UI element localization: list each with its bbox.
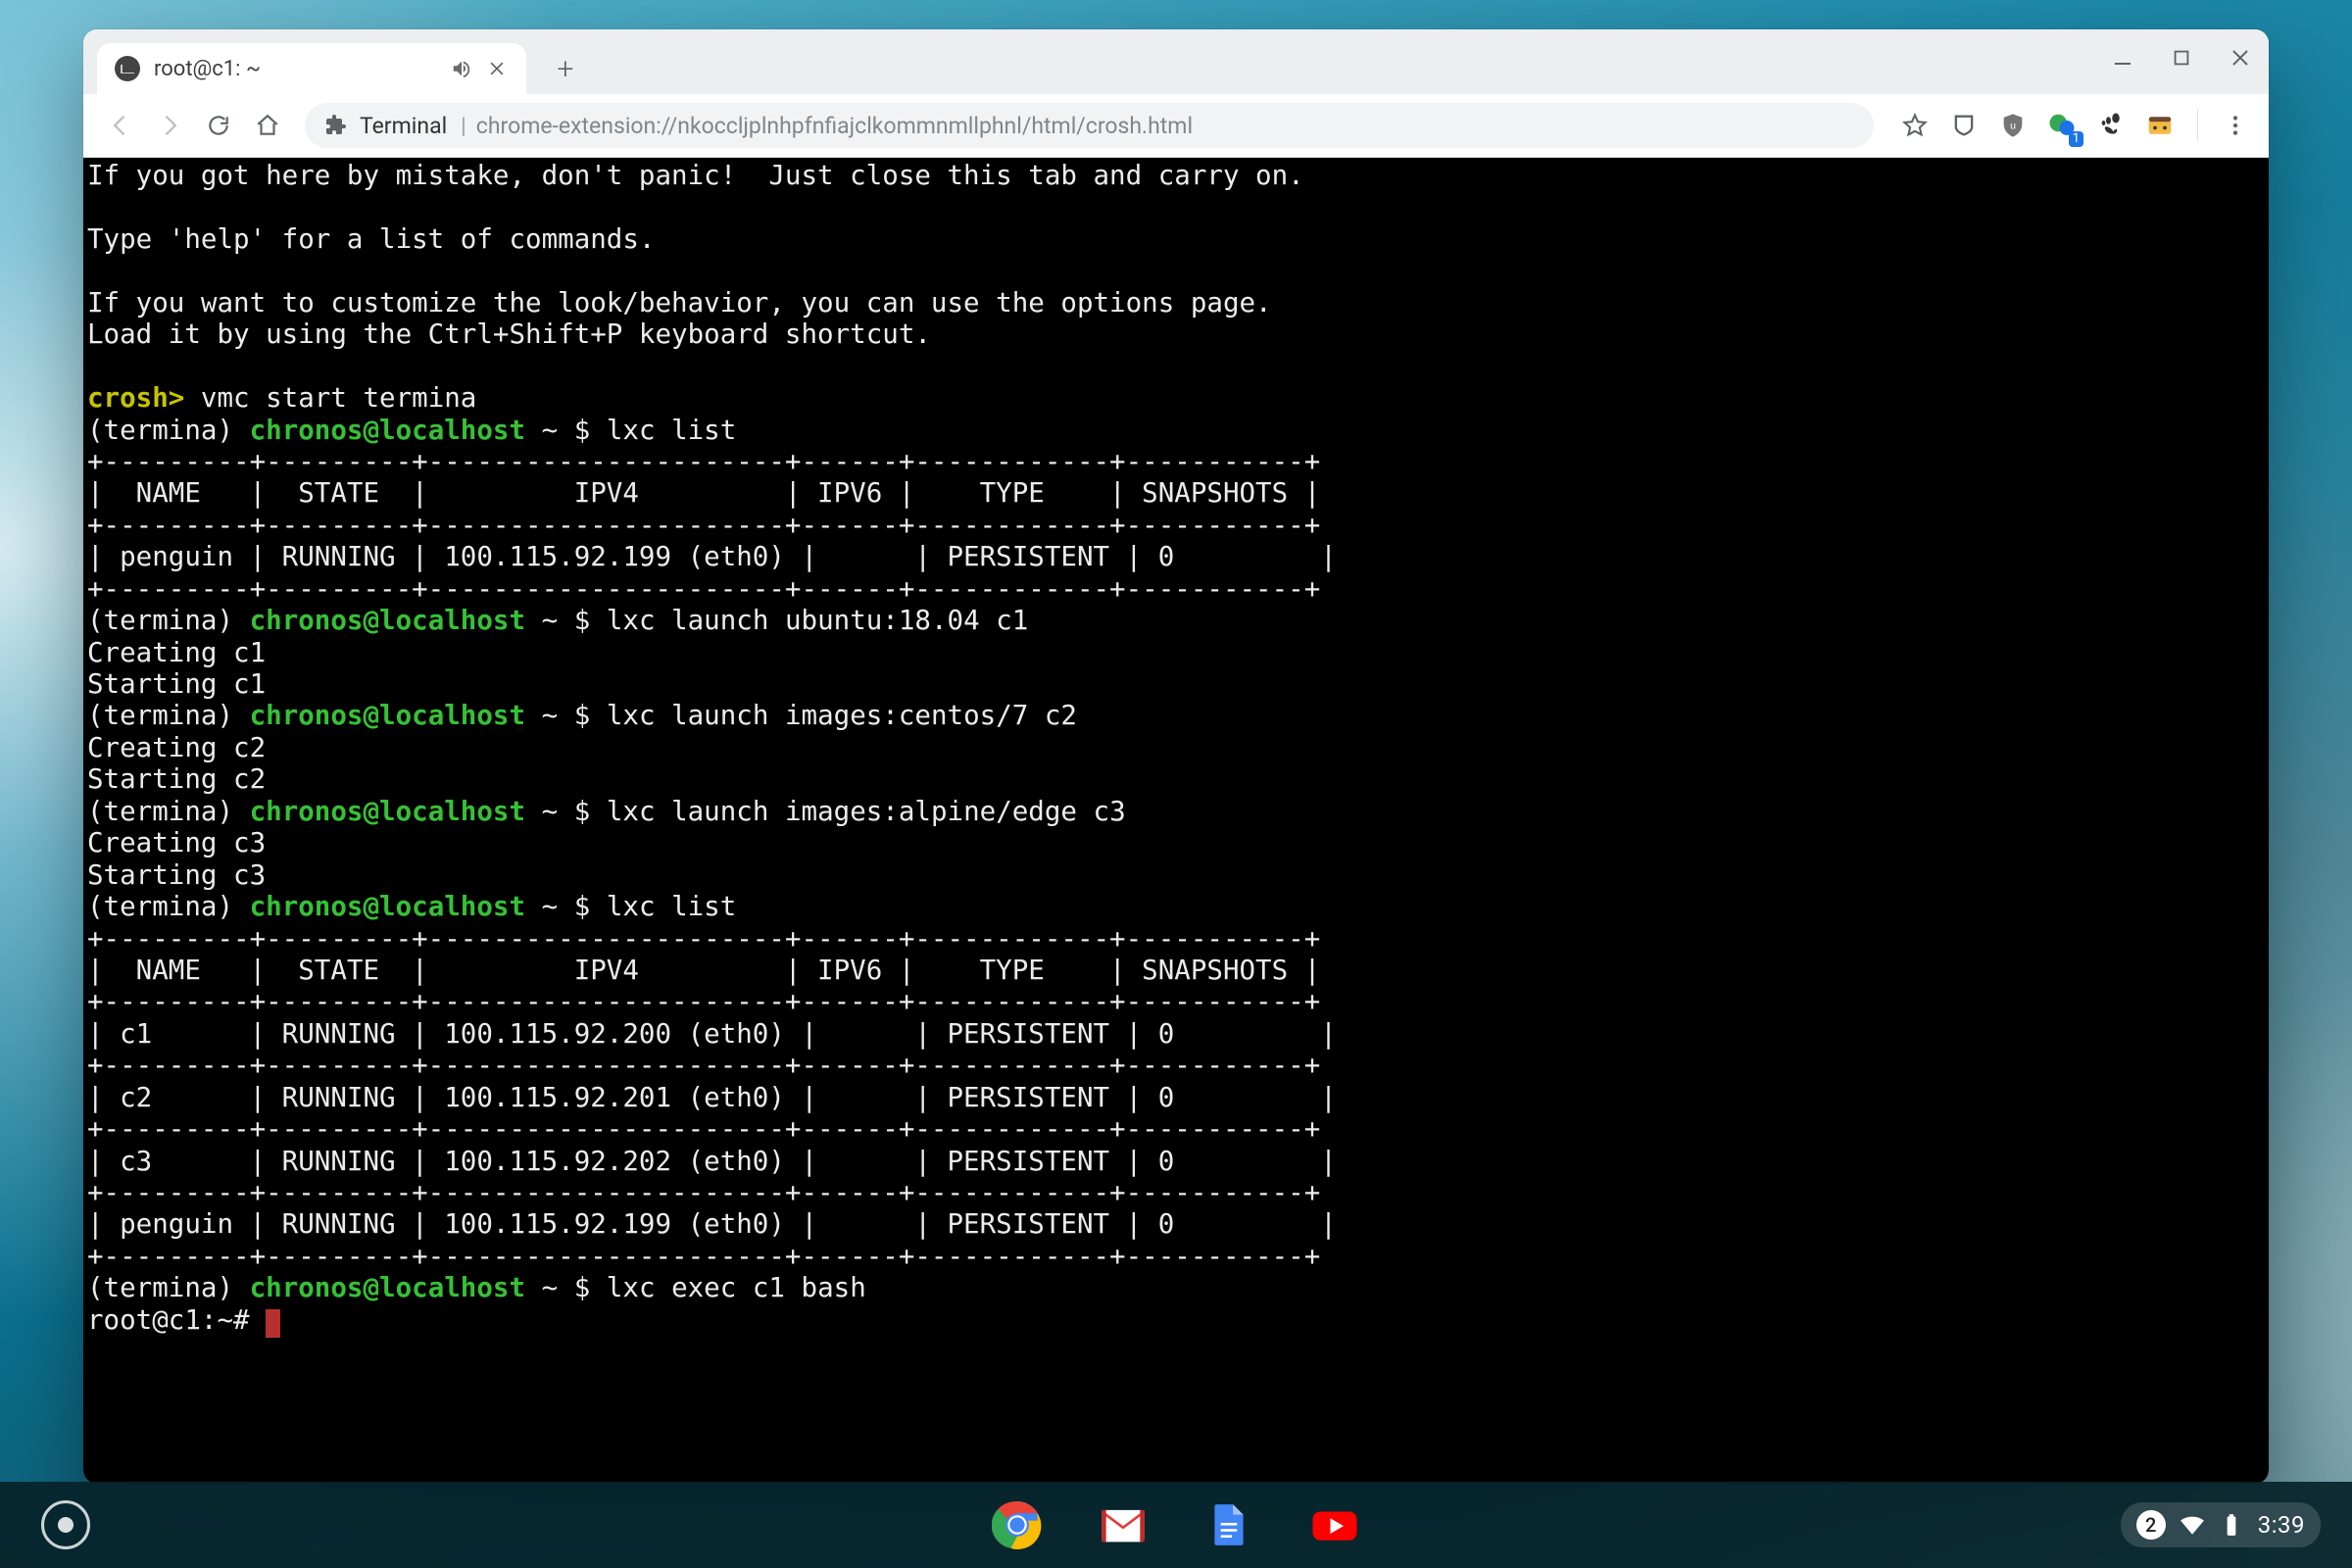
app-gmail[interactable] <box>1097 1498 1150 1551</box>
window-close-button[interactable] <box>2226 43 2255 73</box>
svg-text:u: u <box>2010 121 2016 132</box>
extension-relay-icon[interactable]: 1 <box>2044 108 2080 143</box>
omnibox-url: chrome-extension://nkoccljplnhpfnfiajclk… <box>476 113 1193 139</box>
browser-window: root@c1: ~ + Terminal | chrome-extension… <box>83 29 2269 1484</box>
extension-relay-badge: 1 <box>2069 131 2083 147</box>
extension-page-icon <box>324 114 348 137</box>
extension-ublock-icon[interactable]: u <box>1995 108 2031 143</box>
extension-sponge-icon[interactable] <box>2142 108 2178 143</box>
clock: 3:39 <box>2258 1511 2305 1539</box>
shelf-apps <box>991 1498 1361 1551</box>
tab-active[interactable]: root@c1: ~ <box>97 43 526 94</box>
new-tab-button[interactable]: + <box>546 49 585 88</box>
tab-close-button[interactable] <box>485 57 509 80</box>
terminal-content[interactable]: If you got here by mistake, don't panic!… <box>83 158 2269 1484</box>
tab-title: root@c1: ~ <box>154 57 448 81</box>
battery-icon <box>2219 1512 2244 1538</box>
nav-home-button[interactable] <box>246 104 289 147</box>
terminal-cursor <box>266 1309 280 1338</box>
window-minimize-button[interactable] <box>2108 43 2137 73</box>
window-maximize-button[interactable] <box>2167 43 2196 73</box>
tab-audio-icon[interactable] <box>448 55 475 82</box>
tab-strip: root@c1: ~ + <box>83 29 2269 94</box>
wifi-icon <box>2180 1512 2205 1538</box>
extension-bitwarden-icon[interactable] <box>1946 108 1982 143</box>
launcher-button[interactable] <box>41 1500 90 1549</box>
system-tray[interactable]: 2 3:39 <box>2121 1502 2321 1547</box>
notification-count: 2 <box>2136 1510 2166 1540</box>
nav-reload-button[interactable] <box>197 104 240 147</box>
shelf: 2 3:39 <box>0 1482 2352 1568</box>
nav-forward-button[interactable] <box>148 104 191 147</box>
crosh-prompt: crosh> <box>87 382 184 414</box>
terminal-favicon-icon <box>115 56 140 81</box>
user-host: chronos@localhost <box>250 415 525 446</box>
bookmark-star-icon[interactable] <box>1897 108 1933 143</box>
nav-back-button[interactable] <box>99 104 142 147</box>
app-chrome[interactable] <box>991 1498 1044 1551</box>
app-youtube[interactable] <box>1308 1498 1361 1551</box>
extension-gnome-icon[interactable] <box>2093 108 2129 143</box>
omnibox[interactable]: Terminal | chrome-extension://nkoccljpln… <box>305 103 1874 148</box>
app-docs[interactable] <box>1202 1498 1255 1551</box>
omnibox-page-label: Terminal <box>360 113 447 139</box>
browser-toolbar: Terminal | chrome-extension://nkoccljpln… <box>83 94 2269 158</box>
browser-menu-button[interactable] <box>2218 108 2253 143</box>
